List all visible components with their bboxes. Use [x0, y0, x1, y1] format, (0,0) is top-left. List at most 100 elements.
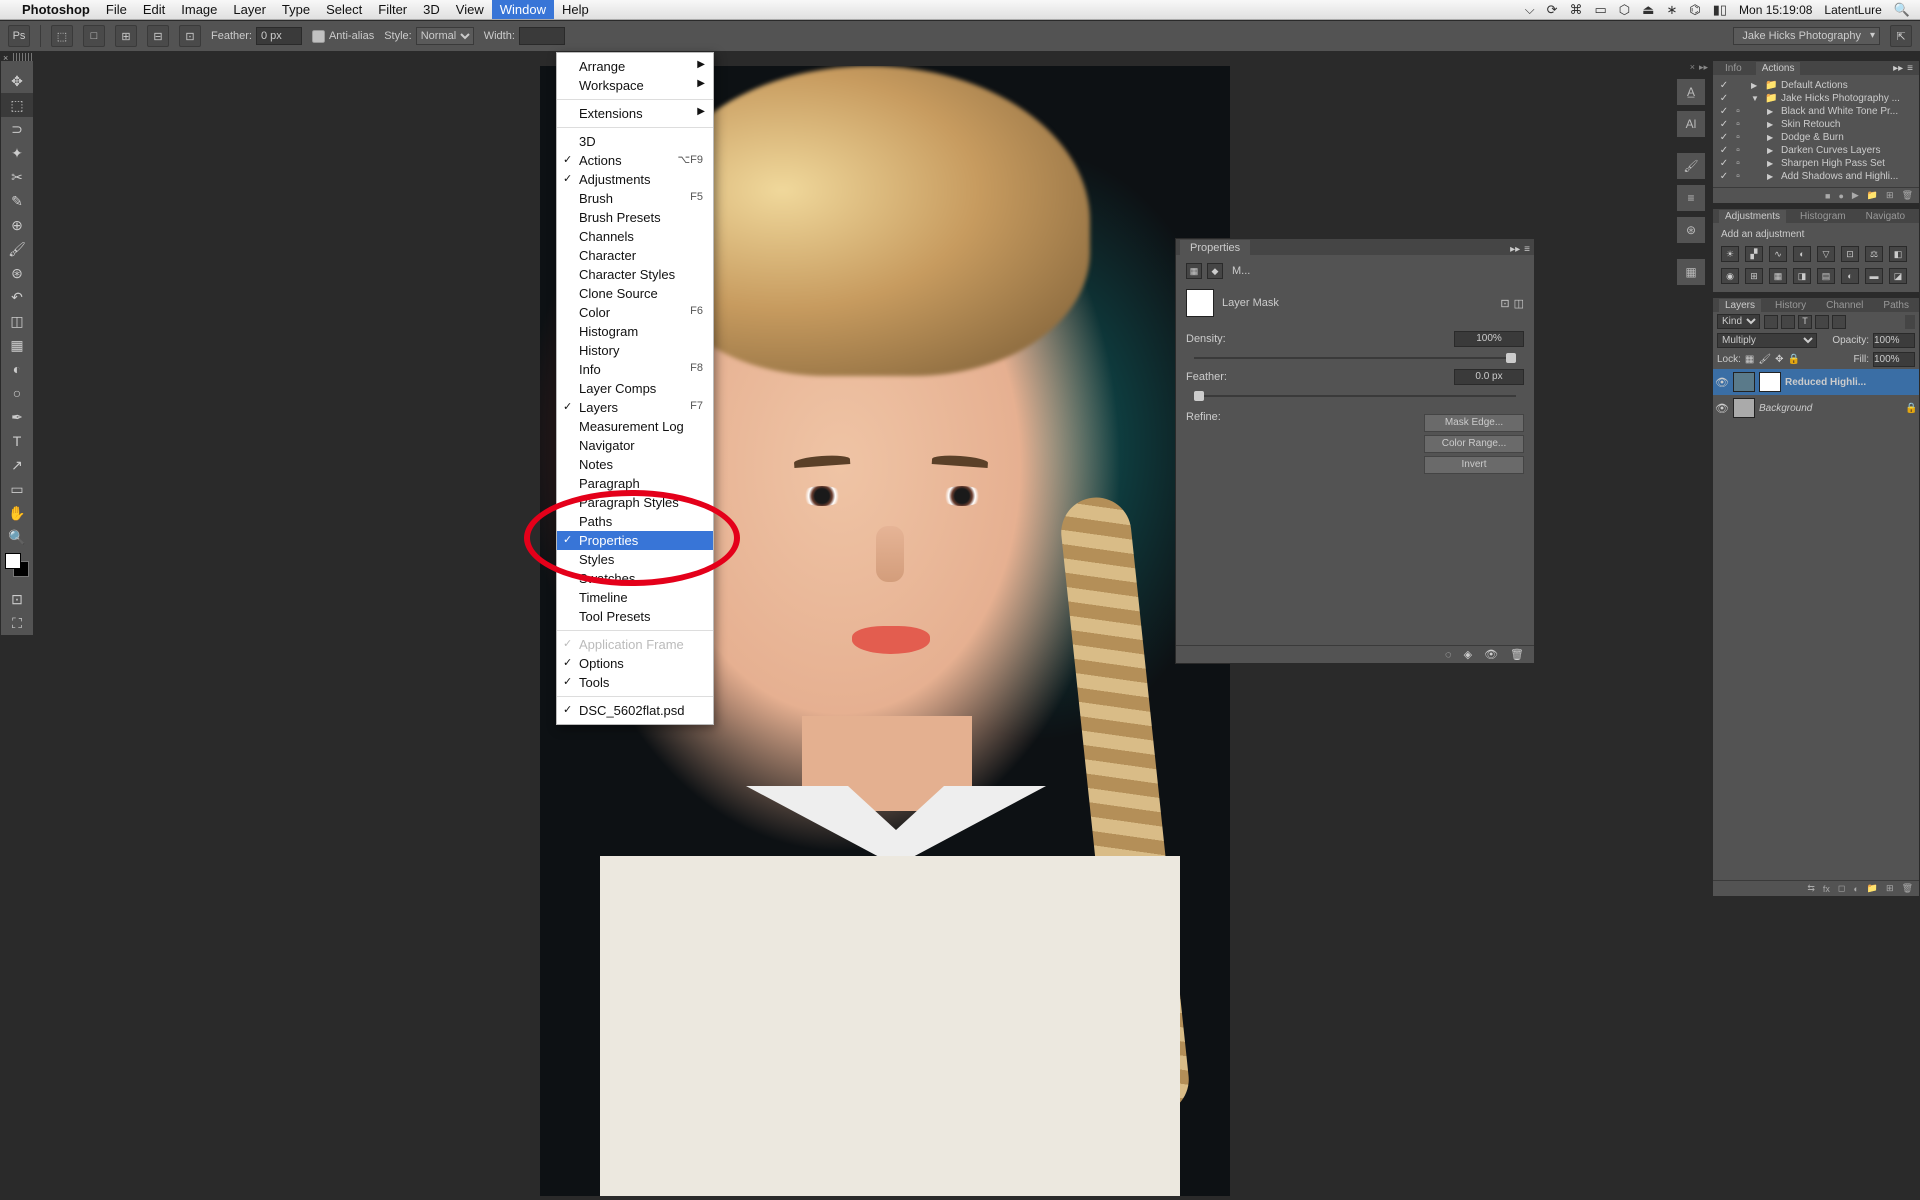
menu-item-tool-presets[interactable]: Tool Presets — [557, 607, 713, 626]
style-select[interactable]: Normal — [416, 27, 474, 45]
density-slider[interactable] — [1194, 357, 1516, 359]
marquee-tool-icon[interactable]: ⬚ — [1, 93, 33, 117]
posterize-icon[interactable]: ▤ — [1817, 268, 1835, 284]
menu-item-adjustments[interactable]: ✓Adjustments — [557, 170, 713, 189]
foreground-color[interactable] — [5, 553, 21, 569]
new-set-icon[interactable]: 📁 — [1867, 190, 1878, 201]
menu-item-dsc-5602flat-psd[interactable]: ✓DSC_5602flat.psd — [557, 701, 713, 720]
layer-mask-thumb[interactable] — [1759, 372, 1781, 392]
color-lookup-icon[interactable]: ▦ — [1769, 268, 1787, 284]
menu-item-color[interactable]: ColorF6 — [557, 303, 713, 322]
action-row[interactable]: ✓ ▫ ▶ Sharpen High Pass Set — [1717, 157, 1915, 170]
visibility-icon[interactable]: 👁 — [1715, 376, 1729, 389]
layer-thumb[interactable] — [1733, 398, 1755, 418]
expand-icon[interactable]: ▶ — [1767, 159, 1777, 168]
filter-type-icon[interactable]: T — [1798, 315, 1812, 329]
menu-item-layer-comps[interactable]: Layer Comps — [557, 379, 713, 398]
gradient-map-icon[interactable]: ▬ — [1865, 268, 1883, 284]
blend-mode-select[interactable]: Multiply — [1717, 333, 1817, 348]
info-tab[interactable]: Info — [1719, 62, 1748, 75]
subtract-selection-icon[interactable]: ⊟ — [147, 25, 169, 47]
menu-layer[interactable]: Layer — [233, 2, 266, 17]
dialog-check-icon[interactable]: ▫ — [1733, 145, 1743, 156]
disable-mask-icon[interactable]: 👁 — [1484, 648, 1498, 661]
curves-icon[interactable]: ∿ — [1769, 246, 1787, 262]
dialog-check-icon[interactable]: ▫ — [1733, 171, 1743, 182]
channels-tab[interactable]: Channel — [1820, 299, 1869, 312]
adjustments-tab[interactable]: Adjustments — [1719, 210, 1786, 223]
stamp-tool-icon[interactable]: ⊛ — [1, 261, 33, 285]
menu-item-character-styles[interactable]: Character Styles — [557, 265, 713, 284]
clone-source-icon[interactable]: ⊛ — [1676, 216, 1706, 244]
dropbox-icon[interactable]: ⬡ — [1619, 2, 1630, 18]
new-layer-icon[interactable]: ⊞ — [1886, 883, 1894, 894]
action-row[interactable]: ✓ ▫ ▶ Black and White Tone Pr... — [1717, 105, 1915, 118]
menu-item-actions[interactable]: ✓Actions⌥F9 — [557, 151, 713, 170]
spotlight-icon[interactable]: 🔍 — [1894, 2, 1910, 18]
brightness-contrast-icon[interactable]: ☀ — [1721, 246, 1739, 262]
new-selection-icon[interactable]: □ — [83, 25, 105, 47]
brush-presets-icon[interactable]: ≡ — [1676, 184, 1706, 212]
menu-item-timeline[interactable]: Timeline — [557, 588, 713, 607]
record-action-icon[interactable]: ● — [1838, 191, 1843, 201]
menu-item-history[interactable]: History — [557, 341, 713, 360]
add-pixel-mask-icon[interactable]: ⊡ — [1500, 297, 1509, 310]
menu-item-extensions[interactable]: Extensions▶ — [557, 104, 713, 123]
dodge-tool-icon[interactable]: ○ — [1, 381, 33, 405]
menu-type[interactable]: Type — [282, 2, 310, 17]
antialias-checkbox[interactable]: Anti-alias — [312, 30, 374, 43]
lock-transparent-icon[interactable]: ▦ — [1745, 354, 1754, 365]
layer-row[interactable]: 👁 Background 🔒 — [1713, 395, 1919, 421]
action-row[interactable]: ✓ ▶ 📁 Default Actions — [1717, 79, 1915, 92]
share-icon[interactable]: ⇱ — [1890, 25, 1912, 47]
layer-name[interactable]: Background — [1759, 403, 1901, 414]
hue-sat-icon[interactable]: ⊡ — [1841, 246, 1859, 262]
mask-mode-vector-icon[interactable]: ◆ — [1207, 263, 1223, 279]
delete-mask-icon[interactable]: 🗑 — [1510, 648, 1524, 661]
wifi-icon[interactable]: ⌵ — [1525, 2, 1535, 18]
delete-layer-icon[interactable]: 🗑 — [1902, 883, 1913, 894]
action-row[interactable]: ✓ ▼ 📁 Jake Hicks Photography ... — [1717, 92, 1915, 105]
channel-mixer-icon[interactable]: ⊞ — [1745, 268, 1763, 284]
layer-name[interactable]: Reduced Highli... — [1785, 377, 1917, 388]
layer-mask-icon[interactable]: ◻ — [1838, 883, 1845, 894]
feather-input[interactable] — [256, 27, 302, 45]
toggle-check-icon[interactable]: ✓ — [1719, 80, 1729, 91]
menu-item-3d[interactable]: 3D — [557, 132, 713, 151]
airport-icon[interactable]: ⌬ — [1689, 2, 1700, 18]
menu-item-swatches[interactable]: Swatches — [557, 569, 713, 588]
bw-icon[interactable]: ◧ — [1889, 246, 1907, 262]
levels-icon[interactable]: ▞ — [1745, 246, 1763, 262]
lock-position-icon[interactable]: ✥ — [1775, 354, 1783, 365]
vibrance-icon[interactable]: ▽ — [1817, 246, 1835, 262]
screenmode-tool-icon[interactable]: ⛶ — [1, 611, 33, 635]
layer-filter-kind[interactable]: Kind — [1717, 314, 1760, 329]
lock-image-icon[interactable]: 🖌 — [1758, 354, 1771, 365]
play-action-icon[interactable]: ▶ — [1852, 190, 1859, 201]
delete-action-icon[interactable]: 🗑 — [1902, 190, 1913, 201]
brush-panel-icon[interactable]: 🖌 — [1676, 152, 1706, 180]
toolbox-grip[interactable] — [13, 53, 33, 61]
menu-item-info[interactable]: InfoF8 — [557, 360, 713, 379]
load-selection-icon[interactable]: ◌ — [1445, 649, 1452, 661]
intersect-selection-icon[interactable]: ⊡ — [179, 25, 201, 47]
dialog-check-icon[interactable]: ▫ — [1733, 119, 1743, 130]
invert-adj-icon[interactable]: ◨ — [1793, 268, 1811, 284]
stop-action-icon[interactable]: ■ — [1825, 191, 1830, 201]
toggle-check-icon[interactable]: ✓ — [1719, 106, 1729, 117]
opacity-input[interactable] — [1873, 333, 1915, 348]
zoom-tool-icon[interactable]: 🔍 — [1, 525, 33, 549]
expand-icon[interactable]: ▶ — [1767, 107, 1777, 116]
menu-item-brush[interactable]: BrushF5 — [557, 189, 713, 208]
actions-collapse-icon[interactable]: ▸▸ — [1893, 63, 1903, 74]
bluetooth-icon[interactable]: ∗ — [1666, 2, 1677, 18]
pen-tool-icon[interactable]: ✒ — [1, 405, 33, 429]
paths-tab[interactable]: Paths — [1877, 299, 1915, 312]
toolbox-close-icon[interactable]: × — [3, 53, 8, 63]
menu-item-clone-source[interactable]: Clone Source — [557, 284, 713, 303]
user-icon[interactable]: ⌘ — [1570, 2, 1583, 18]
eraser-tool-icon[interactable]: ◫ — [1, 309, 33, 333]
menu-file[interactable]: File — [106, 2, 127, 17]
lock-all-icon[interactable]: 🔒 — [1787, 354, 1799, 365]
username[interactable]: LatentLure — [1824, 3, 1881, 17]
